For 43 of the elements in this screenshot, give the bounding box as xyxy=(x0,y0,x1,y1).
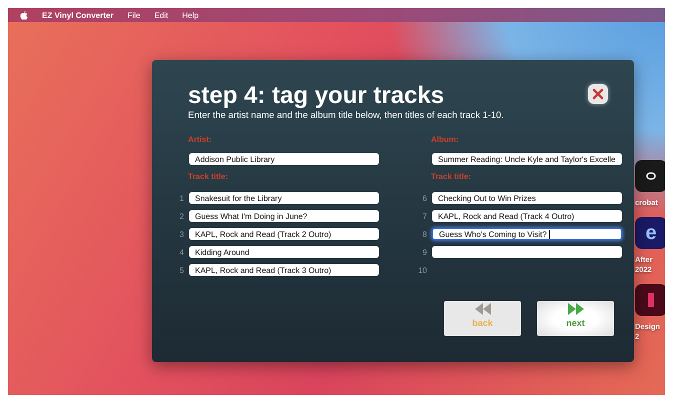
album-field[interactable]: Summer Reading: Uncle Kyle and Taylor's Excelle xyxy=(432,153,622,165)
track-number: 3 xyxy=(178,230,184,238)
track-number: 9 xyxy=(422,248,427,256)
track-number: 5 xyxy=(178,266,184,274)
loop-symbol-icon xyxy=(645,172,657,180)
app-menu[interactable]: EZ Vinyl Converter xyxy=(42,10,114,20)
track-title-field[interactable]: Snakesuit for the Library xyxy=(189,192,379,204)
track-title-field[interactable]: KAPL, Rock and Read (Track 4 Outro) xyxy=(432,210,622,222)
fast-forward-icon xyxy=(568,303,584,315)
app-glyph: e xyxy=(645,222,657,245)
field-label: Track title: xyxy=(188,172,230,181)
track-title-field[interactable]: Guess Who's Coming to Visit? xyxy=(432,228,622,240)
app-icon[interactable] xyxy=(635,160,665,192)
track-title-field[interactable]: Checking Out to Win Prizes xyxy=(432,192,622,204)
track-number: 2 xyxy=(178,212,184,220)
instructions-text: Enter the artist name and the album title below, then titles of each track 1-10. xyxy=(188,110,505,121)
field-label: Track title: xyxy=(431,172,472,181)
track-number: 10 xyxy=(417,266,427,274)
track-title-field[interactable]: KAPL, Rock and Read (Track 3 Outro) xyxy=(189,264,379,276)
dialog-title: step 4: tag your tracks xyxy=(188,82,444,110)
track-title-field[interactable]: Guess What I'm Doing in June? xyxy=(189,210,379,222)
bar-symbol-icon xyxy=(648,293,654,308)
track-title-field[interactable] xyxy=(432,246,622,258)
close-icon xyxy=(592,88,604,100)
field-label: Artist: xyxy=(188,135,213,144)
menu-item[interactable]: Help xyxy=(182,10,199,20)
artist-field[interactable]: Addison Public Library xyxy=(189,153,379,165)
field-label: Album: xyxy=(431,135,460,144)
track-title-field[interactable]: Kidding Around xyxy=(189,246,379,258)
text-cursor xyxy=(548,230,550,238)
rewind-icon xyxy=(474,303,490,315)
track-number: 8 xyxy=(422,230,427,238)
track-number: 7 xyxy=(422,212,427,220)
track-number: 6 xyxy=(422,194,427,202)
track-number: 1 xyxy=(178,194,184,202)
menu-item[interactable]: File xyxy=(127,10,140,20)
menu-item[interactable]: Edit xyxy=(154,10,168,20)
track-number: 4 xyxy=(178,248,184,256)
close-button[interactable] xyxy=(588,84,608,104)
track-title-field[interactable]: KAPL, Rock and Read (Track 2 Outro) xyxy=(189,228,379,240)
app-icon[interactable]: e xyxy=(635,217,665,250)
next-button[interactable]: next xyxy=(537,301,614,336)
apple-icon[interactable] xyxy=(20,10,28,20)
